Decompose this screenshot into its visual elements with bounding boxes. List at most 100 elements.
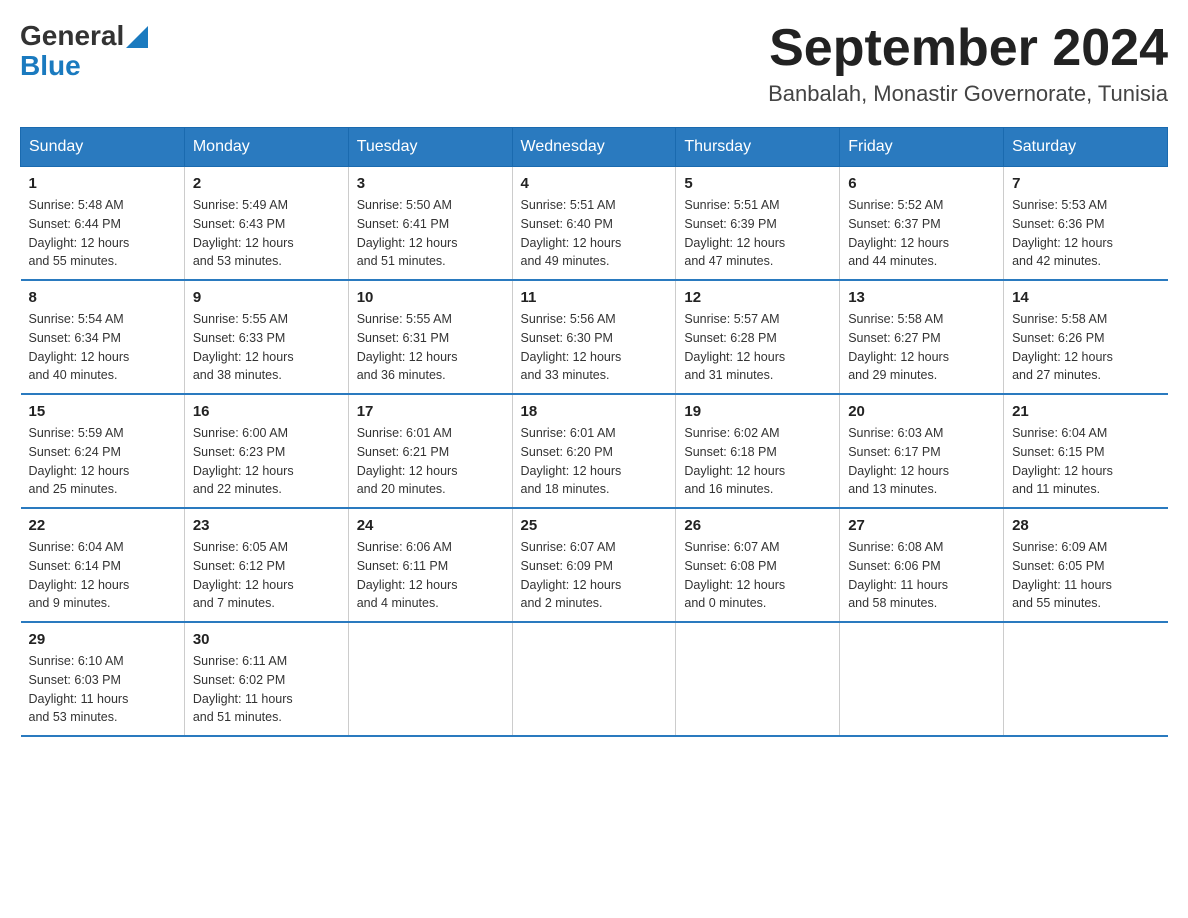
day-info: Sunrise: 6:01 AMSunset: 6:20 PMDaylight:… xyxy=(521,426,622,496)
day-info: Sunrise: 5:56 AMSunset: 6:30 PMDaylight:… xyxy=(521,312,622,382)
day-number: 21 xyxy=(1012,403,1159,420)
day-info: Sunrise: 6:11 AMSunset: 6:02 PMDaylight:… xyxy=(193,654,293,724)
day-number: 27 xyxy=(848,517,995,534)
calendar-cell: 7 Sunrise: 5:53 AMSunset: 6:36 PMDayligh… xyxy=(1004,167,1168,281)
day-number: 9 xyxy=(193,289,340,306)
day-info: Sunrise: 6:04 AMSunset: 6:15 PMDaylight:… xyxy=(1012,426,1113,496)
day-info: Sunrise: 6:10 AMSunset: 6:03 PMDaylight:… xyxy=(29,654,129,724)
day-number: 16 xyxy=(193,403,340,420)
day-number: 23 xyxy=(193,517,340,534)
col-saturday: Saturday xyxy=(1004,128,1168,167)
calendar-cell xyxy=(840,622,1004,736)
day-info: Sunrise: 5:55 AMSunset: 6:33 PMDaylight:… xyxy=(193,312,294,382)
day-info: Sunrise: 5:50 AMSunset: 6:41 PMDaylight:… xyxy=(357,198,458,268)
calendar-week-row: 29 Sunrise: 6:10 AMSunset: 6:03 PMDaylig… xyxy=(21,622,1168,736)
day-info: Sunrise: 5:51 AMSunset: 6:40 PMDaylight:… xyxy=(521,198,622,268)
calendar-cell: 12 Sunrise: 5:57 AMSunset: 6:28 PMDaylig… xyxy=(676,280,840,394)
day-number: 29 xyxy=(29,631,176,648)
calendar-cell xyxy=(1004,622,1168,736)
calendar-cell: 13 Sunrise: 5:58 AMSunset: 6:27 PMDaylig… xyxy=(840,280,1004,394)
day-number: 14 xyxy=(1012,289,1159,306)
day-info: Sunrise: 5:48 AMSunset: 6:44 PMDaylight:… xyxy=(29,198,130,268)
day-number: 4 xyxy=(521,175,668,192)
calendar-cell: 2 Sunrise: 5:49 AMSunset: 6:43 PMDayligh… xyxy=(184,167,348,281)
title-section: September 2024 Banbalah, Monastir Govern… xyxy=(768,20,1168,107)
day-number: 13 xyxy=(848,289,995,306)
day-number: 1 xyxy=(29,175,176,192)
day-info: Sunrise: 6:05 AMSunset: 6:12 PMDaylight:… xyxy=(193,540,294,610)
day-info: Sunrise: 5:57 AMSunset: 6:28 PMDaylight:… xyxy=(684,312,785,382)
calendar-cell: 10 Sunrise: 5:55 AMSunset: 6:31 PMDaylig… xyxy=(348,280,512,394)
calendar-table: Sunday Monday Tuesday Wednesday Thursday… xyxy=(20,127,1168,737)
day-info: Sunrise: 5:54 AMSunset: 6:34 PMDaylight:… xyxy=(29,312,130,382)
day-number: 19 xyxy=(684,403,831,420)
calendar-cell: 29 Sunrise: 6:10 AMSunset: 6:03 PMDaylig… xyxy=(21,622,185,736)
calendar-week-row: 15 Sunrise: 5:59 AMSunset: 6:24 PMDaylig… xyxy=(21,394,1168,508)
month-title: September 2024 xyxy=(768,20,1168,77)
calendar-week-row: 22 Sunrise: 6:04 AMSunset: 6:14 PMDaylig… xyxy=(21,508,1168,622)
day-number: 18 xyxy=(521,403,668,420)
col-friday: Friday xyxy=(840,128,1004,167)
day-info: Sunrise: 6:09 AMSunset: 6:05 PMDaylight:… xyxy=(1012,540,1112,610)
logo-blue-text: Blue xyxy=(20,50,81,81)
logo: General Blue xyxy=(20,20,148,82)
calendar-cell: 22 Sunrise: 6:04 AMSunset: 6:14 PMDaylig… xyxy=(21,508,185,622)
calendar-cell: 16 Sunrise: 6:00 AMSunset: 6:23 PMDaylig… xyxy=(184,394,348,508)
calendar-cell: 1 Sunrise: 5:48 AMSunset: 6:44 PMDayligh… xyxy=(21,167,185,281)
calendar-cell: 3 Sunrise: 5:50 AMSunset: 6:41 PMDayligh… xyxy=(348,167,512,281)
location-title: Banbalah, Monastir Governorate, Tunisia xyxy=(768,81,1168,107)
day-number: 26 xyxy=(684,517,831,534)
col-monday: Monday xyxy=(184,128,348,167)
calendar-cell xyxy=(512,622,676,736)
col-wednesday: Wednesday xyxy=(512,128,676,167)
day-number: 2 xyxy=(193,175,340,192)
col-thursday: Thursday xyxy=(676,128,840,167)
day-info: Sunrise: 5:53 AMSunset: 6:36 PMDaylight:… xyxy=(1012,198,1113,268)
day-info: Sunrise: 6:07 AMSunset: 6:08 PMDaylight:… xyxy=(684,540,785,610)
calendar-cell: 18 Sunrise: 6:01 AMSunset: 6:20 PMDaylig… xyxy=(512,394,676,508)
calendar-cell: 11 Sunrise: 5:56 AMSunset: 6:30 PMDaylig… xyxy=(512,280,676,394)
day-number: 3 xyxy=(357,175,504,192)
day-info: Sunrise: 5:58 AMSunset: 6:27 PMDaylight:… xyxy=(848,312,949,382)
day-number: 25 xyxy=(521,517,668,534)
calendar-cell: 4 Sunrise: 5:51 AMSunset: 6:40 PMDayligh… xyxy=(512,167,676,281)
col-tuesday: Tuesday xyxy=(348,128,512,167)
day-number: 7 xyxy=(1012,175,1159,192)
day-number: 6 xyxy=(848,175,995,192)
day-number: 28 xyxy=(1012,517,1159,534)
day-info: Sunrise: 6:04 AMSunset: 6:14 PMDaylight:… xyxy=(29,540,130,610)
calendar-cell: 19 Sunrise: 6:02 AMSunset: 6:18 PMDaylig… xyxy=(676,394,840,508)
day-info: Sunrise: 6:03 AMSunset: 6:17 PMDaylight:… xyxy=(848,426,949,496)
calendar-header-row: Sunday Monday Tuesday Wednesday Thursday… xyxy=(21,128,1168,167)
calendar-cell: 27 Sunrise: 6:08 AMSunset: 6:06 PMDaylig… xyxy=(840,508,1004,622)
day-info: Sunrise: 5:55 AMSunset: 6:31 PMDaylight:… xyxy=(357,312,458,382)
col-sunday: Sunday xyxy=(21,128,185,167)
day-info: Sunrise: 5:58 AMSunset: 6:26 PMDaylight:… xyxy=(1012,312,1113,382)
calendar-cell: 26 Sunrise: 6:07 AMSunset: 6:08 PMDaylig… xyxy=(676,508,840,622)
calendar-cell: 9 Sunrise: 5:55 AMSunset: 6:33 PMDayligh… xyxy=(184,280,348,394)
logo-triangle-icon xyxy=(126,26,148,48)
day-info: Sunrise: 5:59 AMSunset: 6:24 PMDaylight:… xyxy=(29,426,130,496)
day-info: Sunrise: 6:07 AMSunset: 6:09 PMDaylight:… xyxy=(521,540,622,610)
calendar-cell xyxy=(348,622,512,736)
day-info: Sunrise: 6:01 AMSunset: 6:21 PMDaylight:… xyxy=(357,426,458,496)
day-number: 24 xyxy=(357,517,504,534)
calendar-cell: 30 Sunrise: 6:11 AMSunset: 6:02 PMDaylig… xyxy=(184,622,348,736)
calendar-week-row: 1 Sunrise: 5:48 AMSunset: 6:44 PMDayligh… xyxy=(21,167,1168,281)
calendar-cell: 20 Sunrise: 6:03 AMSunset: 6:17 PMDaylig… xyxy=(840,394,1004,508)
calendar-cell: 8 Sunrise: 5:54 AMSunset: 6:34 PMDayligh… xyxy=(21,280,185,394)
calendar-cell: 5 Sunrise: 5:51 AMSunset: 6:39 PMDayligh… xyxy=(676,167,840,281)
day-number: 5 xyxy=(684,175,831,192)
calendar-cell: 28 Sunrise: 6:09 AMSunset: 6:05 PMDaylig… xyxy=(1004,508,1168,622)
day-number: 11 xyxy=(521,289,668,306)
logo-general-text: General xyxy=(20,20,124,52)
day-info: Sunrise: 6:02 AMSunset: 6:18 PMDaylight:… xyxy=(684,426,785,496)
day-info: Sunrise: 5:52 AMSunset: 6:37 PMDaylight:… xyxy=(848,198,949,268)
day-number: 20 xyxy=(848,403,995,420)
day-number: 12 xyxy=(684,289,831,306)
day-number: 22 xyxy=(29,517,176,534)
day-info: Sunrise: 6:08 AMSunset: 6:06 PMDaylight:… xyxy=(848,540,948,610)
day-number: 10 xyxy=(357,289,504,306)
calendar-cell: 17 Sunrise: 6:01 AMSunset: 6:21 PMDaylig… xyxy=(348,394,512,508)
day-info: Sunrise: 6:06 AMSunset: 6:11 PMDaylight:… xyxy=(357,540,458,610)
